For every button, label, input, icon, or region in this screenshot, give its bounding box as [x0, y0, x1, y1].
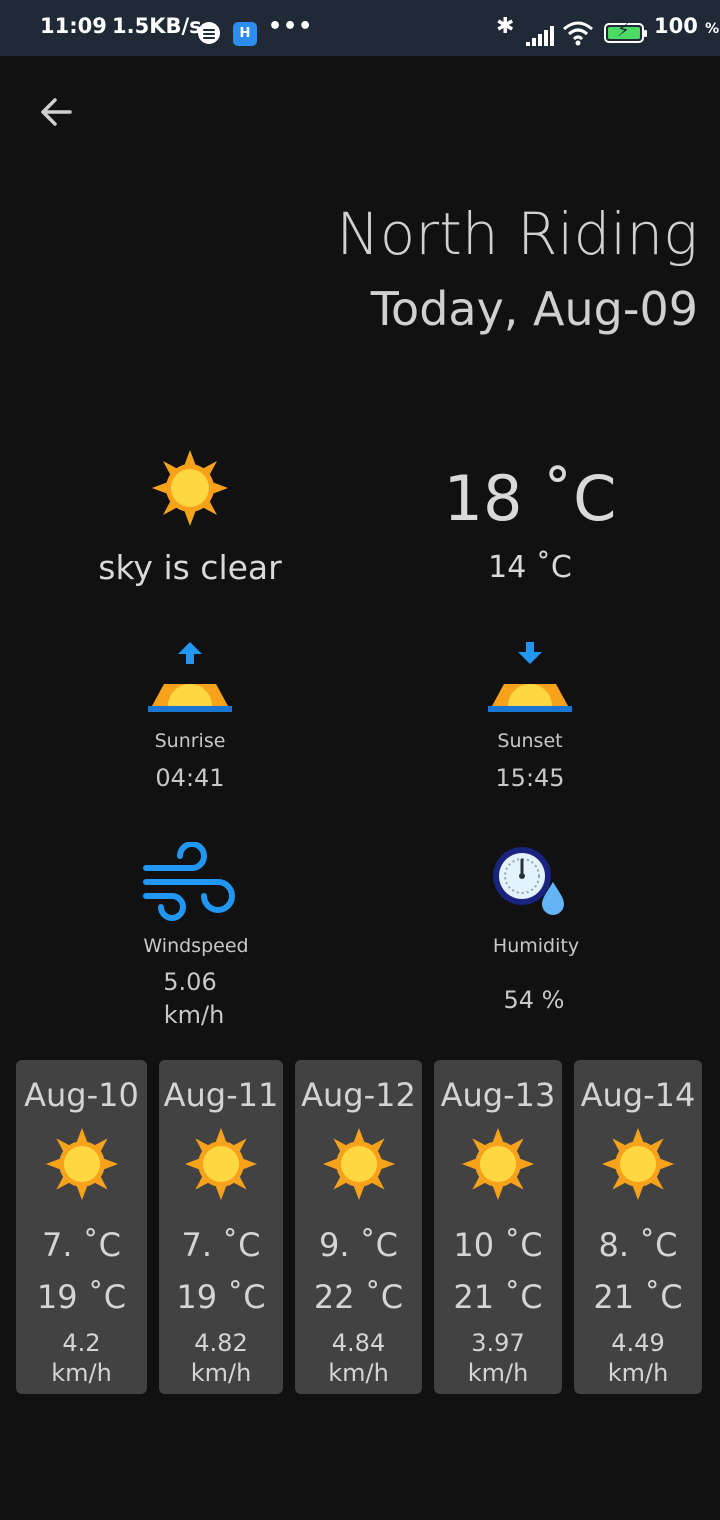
forecast-date: Aug-10 — [24, 1076, 139, 1114]
wifi-icon — [563, 21, 593, 46]
sunrise-label: Sunrise — [154, 730, 226, 752]
forecast-wind: 4.2 km/h — [51, 1329, 112, 1387]
sun-icon — [461, 1127, 535, 1201]
forecast-high-temp: 19 ˚C — [36, 1278, 127, 1316]
forecast-date: Aug-14 — [580, 1076, 696, 1114]
sunset-label: Sunset — [497, 730, 563, 752]
bluetooth-icon: ✱ — [496, 14, 515, 39]
humidity-value: 54 % — [503, 986, 565, 1014]
forecast-date: Aug-12 — [301, 1076, 416, 1114]
forecast-card[interactable]: Aug-13 10 ˚C 21 ˚C 3.97 km/h — [434, 1060, 562, 1394]
charging-bolt-icon: ⚡ — [617, 20, 630, 41]
sun-icon — [322, 1127, 395, 1201]
windspeed-value: 5.06 — [163, 968, 217, 996]
forecast-card[interactable]: Aug-14 8. ˚C 21 ˚C 4.49 km/h — [574, 1060, 702, 1394]
back-arrow-icon[interactable] — [36, 92, 76, 132]
humidity-gauge-icon — [493, 847, 564, 915]
current-temperature: 18 ˚C — [443, 462, 617, 535]
forecast-high-temp: 21 ˚C — [593, 1278, 683, 1316]
forecast-low-temp: 7. ˚C — [181, 1226, 261, 1264]
forecast-high-temp: 19 ˚C — [176, 1278, 266, 1316]
sunrise-time: 04:41 — [155, 764, 225, 792]
windspeed-unit: km/h — [163, 1001, 225, 1029]
wind-icon — [143, 842, 235, 921]
forecast-low-temp: 9. ˚C — [318, 1226, 399, 1264]
forecast-low-temp: 10 ˚C — [453, 1226, 543, 1264]
current-date: Today, Aug-09 — [370, 282, 698, 336]
feels-like-temperature: 14 ˚C — [488, 550, 572, 585]
city-name: North Riding — [336, 200, 698, 268]
status-time: 11:09 — [40, 14, 107, 38]
forecast-high-temp: 21 ˚C — [453, 1278, 543, 1316]
sun-icon — [152, 450, 228, 526]
spotify-icon — [198, 22, 220, 44]
sunrise-icon — [148, 642, 232, 712]
signal-icon — [526, 26, 554, 46]
app-notification-icon: H — [233, 22, 257, 46]
sunset-time: 15:45 — [495, 764, 565, 792]
sun-icon — [184, 1127, 258, 1201]
forecast-date: Aug-13 — [440, 1076, 556, 1114]
humidity-label: Humidity — [492, 935, 580, 957]
weather-condition: sky is clear — [98, 548, 282, 587]
forecast-low-temp: 8. ˚C — [598, 1226, 678, 1264]
windspeed-label: Windspeed — [143, 935, 249, 957]
status-net-speed: 1.5KB/s — [112, 14, 202, 38]
sun-icon — [601, 1127, 675, 1201]
forecast-date: Aug-11 — [163, 1076, 279, 1114]
battery-percent: 100 % — [654, 14, 720, 38]
sun-icon — [45, 1127, 118, 1201]
forecast-card[interactable]: Aug-10 7. ˚C 19 ˚C 4.2 km/h — [16, 1060, 147, 1394]
status-bar: 11:09 1.5KB/s H ••• ✱ ⚡ 100 % — [0, 0, 720, 56]
forecast-card[interactable]: Aug-12 9. ˚C 22 ˚C 4.84 km/h — [295, 1060, 422, 1394]
forecast-low-temp: 7. ˚C — [41, 1226, 122, 1264]
forecast-wind: 3.97 km/h — [467, 1329, 529, 1387]
forecast-card[interactable]: Aug-11 7. ˚C 19 ˚C 4.82 km/h — [159, 1060, 283, 1394]
forecast-wind: 4.84 km/h — [328, 1329, 389, 1387]
forecast-high-temp: 22 ˚C — [313, 1278, 404, 1316]
forecast-wind: 4.82 km/h — [190, 1329, 252, 1387]
sunset-icon — [488, 642, 572, 712]
more-notifications-icon: ••• — [268, 14, 314, 39]
forecast-wind: 4.49 km/h — [607, 1329, 669, 1387]
